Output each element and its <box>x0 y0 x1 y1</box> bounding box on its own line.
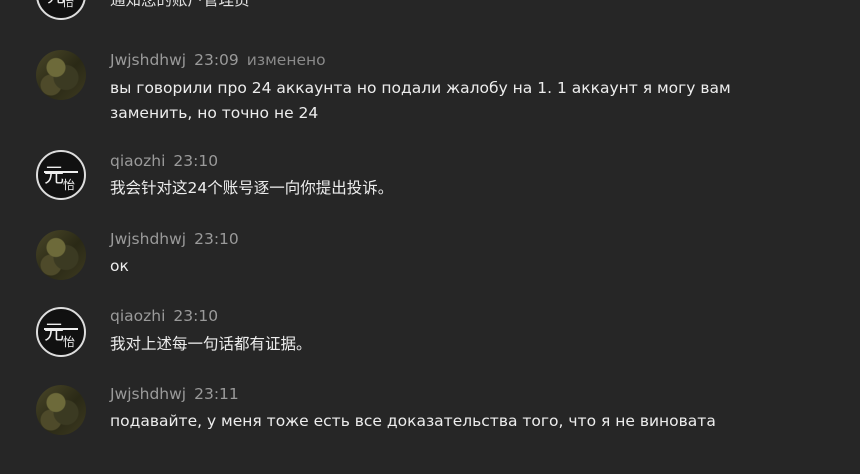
avatar[interactable] <box>36 230 86 280</box>
message-text: вы говорили про 24 аккаунта но подали жа… <box>110 79 731 122</box>
avatar[interactable]: 元 怡 <box>36 307 86 357</box>
qiaozhi-logo-icon: 元 怡 <box>40 0 82 16</box>
avatar[interactable] <box>36 385 86 435</box>
svg-text:怡: 怡 <box>63 335 75 349</box>
message-text: 通知您的账户管理员 <box>110 0 250 9</box>
message-header: Jwjshdhwj 23:11 <box>110 385 239 403</box>
message-header: qiaozhi 23:10 <box>110 307 218 325</box>
message-text: ок <box>110 257 129 275</box>
svg-text:怡: 怡 <box>62 0 74 9</box>
author-name[interactable]: Jwjshdhwj <box>110 385 186 403</box>
author-name[interactable]: qiaozhi <box>110 152 165 170</box>
message-timestamp: 23:10 <box>194 230 239 248</box>
message-timestamp: 23:10 <box>173 307 219 325</box>
message-timestamp: 23:11 <box>194 385 239 403</box>
message-header: Jwjshdhwj 23:10 <box>110 230 239 248</box>
qiaozhi-logo-icon: 元 怡 <box>40 311 82 353</box>
author-name[interactable]: Jwjshdhwj <box>110 230 186 248</box>
message-header: Jwjshdhwj 23:09 изменено <box>110 51 326 69</box>
avatar[interactable] <box>36 50 86 100</box>
message-text: подавайте, у меня тоже есть все доказате… <box>110 412 716 430</box>
author-name[interactable]: qiaozhi <box>110 307 165 325</box>
message-timestamp: 23:09 <box>194 51 239 69</box>
edited-label: изменено <box>246 51 326 69</box>
chat-message-list: 元 怡 通知您的账户管理员 Jwjshdhwj 23:09 изменено вы … <box>0 0 860 474</box>
svg-text:怡: 怡 <box>63 178 75 192</box>
author-name[interactable]: Jwjshdhwj <box>110 51 186 69</box>
message-timestamp: 23:10 <box>173 152 219 170</box>
svg-text:元: 元 <box>44 320 64 344</box>
avatar[interactable]: 元 怡 <box>36 150 86 200</box>
message-text: 我对上述每一句话都有证据。 <box>110 335 312 353</box>
avatar[interactable]: 元 怡 <box>36 0 86 20</box>
message-header: qiaozhi 23:10 <box>110 152 218 170</box>
qiaozhi-logo-icon: 元 怡 <box>40 154 82 196</box>
message-text: 我会针对这24个账号逐一向你提出投诉。 <box>110 179 394 197</box>
svg-text:元: 元 <box>44 163 64 187</box>
